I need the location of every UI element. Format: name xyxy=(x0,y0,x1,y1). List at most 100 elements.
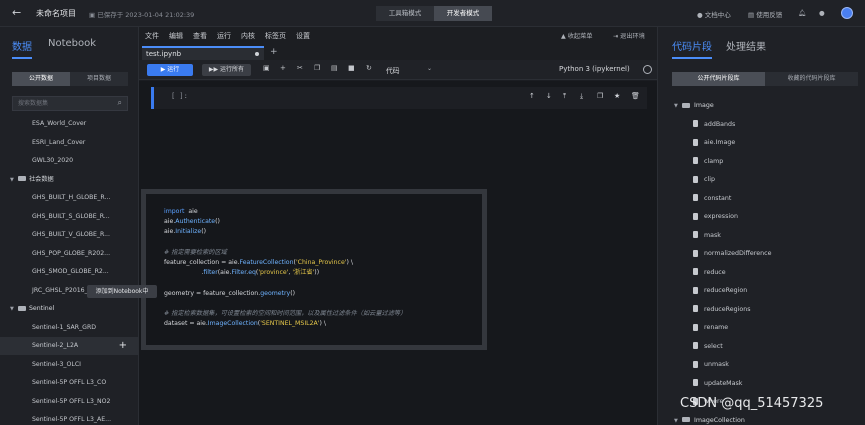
star-icon[interactable]: ★ xyxy=(614,92,620,100)
menu-view[interactable]: 查看 xyxy=(193,31,207,41)
snippet-item[interactable]: normalizedDifference xyxy=(658,245,865,263)
cell-prompt: [ ]: xyxy=(171,92,188,100)
snippet-label: reduce xyxy=(704,268,726,276)
snippet-item[interactable]: clip xyxy=(658,171,865,189)
code-token: import xyxy=(164,208,185,215)
save-icon[interactable]: ▣ xyxy=(263,64,270,72)
menu-kernel[interactable]: 内核 xyxy=(241,31,255,41)
dataset-item[interactable]: GHS_BUILT_V_GLOBE_R... xyxy=(0,226,139,244)
menu-tabs[interactable]: 标签页 xyxy=(265,31,286,41)
dataset-item[interactable]: Sentinel-5P OFFL L3_CO xyxy=(0,374,139,392)
exit-env-button[interactable]: ⇥ 退出环境 xyxy=(613,31,645,40)
dataset-category[interactable]: ▼ 社会数据 xyxy=(0,171,139,189)
caret-down-icon[interactable]: ▼ xyxy=(10,171,18,189)
tab-project-data[interactable]: 项目数据 xyxy=(70,72,128,86)
code-cell[interactable]: [ ]: ↑ ↓ ⤒ ⤓ ❐ ★ 🗑︎ xyxy=(151,87,647,109)
insert-above-icon[interactable]: ⤒ xyxy=(563,92,566,101)
dataset-item[interactable]: Sentinel-5P OFFL L3_NO2 xyxy=(0,393,139,411)
dataset-item[interactable]: ESRI_Land_Cover xyxy=(0,134,139,152)
tab-data[interactable]: 数据 xyxy=(12,38,32,59)
snippet-item[interactable]: aie.Image xyxy=(658,134,865,152)
collapse-menu-button[interactable]: ▲ 收起菜单 xyxy=(561,31,592,40)
add-tab-icon[interactable]: + xyxy=(270,47,278,57)
toolbox-mode-button[interactable]: 工具箱模式 xyxy=(376,6,434,21)
caret-down-icon[interactable]: ▼ xyxy=(674,412,682,425)
stop-icon[interactable]: ■ xyxy=(348,64,355,72)
developer-mode-button[interactable]: 开发者模式 xyxy=(434,6,492,21)
avatar[interactable] xyxy=(841,7,853,19)
snippet-item[interactable]: addBands xyxy=(658,116,865,134)
dataset-item[interactable]: GHS_POP_GLOBE_R202... xyxy=(0,245,139,263)
snippet-label: constant xyxy=(704,194,732,202)
snippet-item[interactable]: reduceRegion xyxy=(658,282,865,300)
code-token: aie. xyxy=(164,228,176,236)
bell-icon[interactable]: 🔔︎ xyxy=(798,9,806,17)
kernel-name[interactable]: Python 3 (ipykernel) xyxy=(559,65,630,73)
dataset-item[interactable]: Sentinel-5P OFFL L3_AE... xyxy=(0,411,139,425)
search-icon[interactable]: ⌕ xyxy=(118,98,122,108)
move-down-icon[interactable]: ↓ xyxy=(546,92,552,100)
snippet-label: ImageCollection xyxy=(694,416,745,424)
file-tab-test-ipynb[interactable]: test.ipynb xyxy=(142,46,264,60)
chevron-down-icon[interactable]: ⌄ xyxy=(427,65,432,72)
dataset-search-input[interactable] xyxy=(13,97,109,110)
dataset-label: Sentinel-5P OFFL L3_NO2 xyxy=(32,397,111,405)
project-title[interactable]: 未命名项目 xyxy=(36,8,76,19)
file-icon xyxy=(693,342,698,349)
snippet-item[interactable]: select xyxy=(658,338,865,356)
tab-code-snippets[interactable]: 代码片段 xyxy=(672,38,712,59)
snippet-item[interactable]: clamp xyxy=(658,153,865,171)
dataset-item[interactable]: Sentinel-1_SAR_GRD xyxy=(0,319,139,337)
duplicate-icon[interactable]: ❐ xyxy=(597,92,603,100)
move-up-icon[interactable]: ↑ xyxy=(529,92,535,100)
copy-icon[interactable]: ❐ xyxy=(314,64,320,72)
snippet-category[interactable]: ▼ ImageCollection xyxy=(658,412,865,425)
dataset-item[interactable]: GHS_SMOD_GLOBE_R2... xyxy=(0,263,139,281)
snippet-item[interactable]: reduceRegions xyxy=(658,301,865,319)
unsaved-dot-icon[interactable] xyxy=(255,52,259,56)
snippet-item[interactable]: rename xyxy=(658,319,865,337)
snippet-item[interactable]: updateMask xyxy=(658,375,865,393)
snippet-item[interactable]: reduce xyxy=(658,264,865,282)
snippet-item[interactable]: unmask xyxy=(658,356,865,374)
arrow-left-icon[interactable]: ← xyxy=(12,6,21,19)
dataset-item[interactable]: ESA_World_Cover xyxy=(0,115,139,133)
snippet-label: rename xyxy=(704,324,729,331)
add-to-notebook-icon[interactable]: + xyxy=(119,337,127,355)
paste-icon[interactable]: ▤ xyxy=(331,64,338,72)
dataset-item[interactable]: Sentinel-3_OLCI xyxy=(0,356,139,374)
snippet-category[interactable]: ▼ Image xyxy=(658,97,865,115)
feedback-link[interactable]: ▤ 使用反馈 xyxy=(748,9,782,19)
menu-file[interactable]: 文件 xyxy=(145,31,159,41)
trash-icon[interactable]: 🗑︎ xyxy=(631,92,640,100)
cut-icon[interactable]: ✂ xyxy=(297,64,303,72)
caret-down-icon[interactable]: ▼ xyxy=(674,97,682,115)
snippet-item[interactable]: mask xyxy=(658,227,865,245)
add-cell-icon[interactable]: + xyxy=(280,64,286,72)
dataset-category[interactable]: ▼ Sentinel xyxy=(0,300,139,318)
cell-type-select[interactable]: 代码 xyxy=(386,65,400,75)
menu-run[interactable]: 运行 xyxy=(217,31,231,41)
dataset-item[interactable]: Sentinel-2_L2A + xyxy=(0,337,139,355)
menu-edit[interactable]: 编辑 xyxy=(169,31,183,41)
code-token: . xyxy=(164,269,204,277)
snippet-item[interactable]: expression xyxy=(658,208,865,226)
dataset-item[interactable]: GWL30_2020 xyxy=(0,152,139,170)
run-all-button[interactable]: ▶▶ 运行所有 xyxy=(202,64,251,76)
tab-results[interactable]: 处理结果 xyxy=(726,38,766,59)
dataset-item[interactable]: GHS_BUILT_S_GLOBE_R... xyxy=(0,208,139,226)
doc-center-link[interactable]: ● 文档中心 xyxy=(697,9,731,19)
tab-public-snippets[interactable]: 公开代码片段库 xyxy=(672,72,765,86)
run-button[interactable]: ▶ 运行 xyxy=(147,64,193,76)
dataset-item[interactable]: GHS_BUILT_H_GLOBE_R... xyxy=(0,189,139,207)
menu-settings[interactable]: 设置 xyxy=(296,31,310,41)
globe-icon[interactable]: ● xyxy=(819,9,825,17)
restart-icon[interactable]: ↻ xyxy=(366,64,372,72)
tab-public-data[interactable]: 公开数据 xyxy=(12,72,70,86)
dataset-label: GHS_POP_GLOBE_R202... xyxy=(32,249,111,257)
tab-notebook[interactable]: Notebook xyxy=(48,38,96,59)
snippet-item[interactable]: constant xyxy=(658,190,865,208)
tab-favorite-snippets[interactable]: 收藏的代码片段库 xyxy=(765,72,858,86)
caret-down-icon[interactable]: ▼ xyxy=(10,300,18,318)
insert-below-icon[interactable]: ⤓ xyxy=(580,92,583,101)
